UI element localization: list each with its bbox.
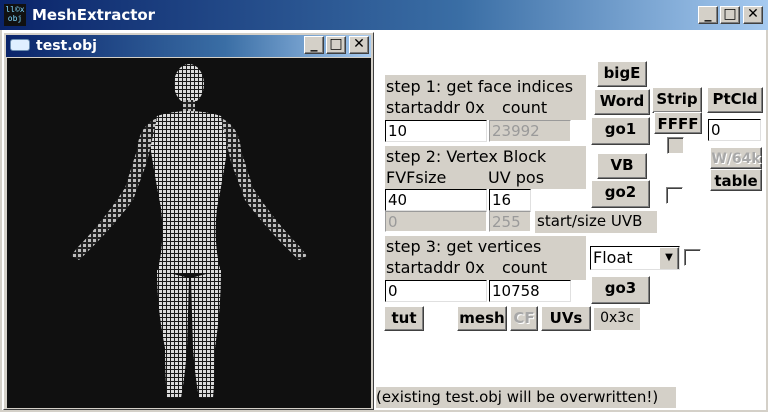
ffff-button[interactable]: FFFF bbox=[654, 112, 702, 134]
chevron-down-icon[interactable]: ▼ bbox=[659, 247, 679, 269]
app-icon: ll©x obj bbox=[4, 4, 26, 26]
step1-count-input: 23992 bbox=[489, 120, 571, 142]
viewer-minimize-button[interactable]: _ bbox=[304, 36, 324, 54]
step3-labels-row: startaddr 0x count bbox=[385, 258, 586, 280]
status-message: (existing test.obj will be overwritten!) bbox=[376, 387, 676, 408]
step3-count-label: count bbox=[502, 258, 548, 277]
start-size-uvb-label: start/size UVB bbox=[535, 211, 657, 233]
viewer-window-icon bbox=[10, 39, 30, 51]
uv-pos-input[interactable]: 16 bbox=[489, 189, 531, 211]
app-title: MeshExtractor bbox=[32, 6, 156, 24]
step2-fvf-label: FVFsize bbox=[386, 168, 447, 187]
step3-startaddr-label: startaddr 0x bbox=[386, 258, 485, 277]
go2-checkbox[interactable] bbox=[666, 187, 683, 204]
step3-label: step 3: get vertices bbox=[385, 236, 586, 260]
close-button[interactable]: ✕ bbox=[743, 6, 763, 24]
vertex-format-select[interactable]: Float ▼ bbox=[590, 246, 680, 270]
uvb-start-input: 0 bbox=[385, 211, 487, 232]
step1-labels-row: startaddr 0x count bbox=[385, 98, 586, 120]
step3-startaddr-input[interactable]: 0 bbox=[385, 280, 487, 302]
word-button[interactable]: Word bbox=[594, 89, 650, 115]
tut-button[interactable]: tut bbox=[384, 306, 424, 331]
viewer-title: test.obj bbox=[36, 38, 97, 54]
ffff-checkbox bbox=[667, 137, 684, 154]
vertex-format-value: Float bbox=[593, 248, 633, 267]
ptcld-value-input[interactable]: 0 bbox=[708, 119, 761, 141]
uvb-size-input: 255 bbox=[489, 211, 531, 232]
maximize-button[interactable]: □ bbox=[720, 6, 740, 24]
ptcld-button[interactable]: PtCld bbox=[707, 87, 763, 113]
strip-button[interactable]: Strip bbox=[652, 87, 702, 113]
w64k-button: W/64k bbox=[710, 147, 762, 169]
vb-button[interactable]: VB bbox=[597, 153, 647, 179]
step2-uvpos-label: UV pos bbox=[488, 168, 545, 187]
fvf-size-input[interactable]: 40 bbox=[385, 189, 487, 211]
uvs-button[interactable]: UVs bbox=[541, 306, 591, 331]
table-button[interactable]: table bbox=[710, 169, 762, 191]
mesh-viewport[interactable] bbox=[7, 58, 371, 408]
hex-readout: 0x3c bbox=[594, 308, 640, 330]
viewer-maximize-button[interactable]: □ bbox=[326, 36, 346, 54]
cf-button: CF bbox=[510, 306, 538, 331]
vertex-format-checkbox[interactable] bbox=[684, 249, 701, 266]
step1-count-label: count bbox=[502, 98, 548, 117]
step1-startaddr-label: startaddr 0x bbox=[386, 98, 485, 117]
go3-button[interactable]: go3 bbox=[591, 276, 650, 304]
viewer-close-button[interactable]: ✕ bbox=[349, 36, 369, 54]
go2-button[interactable]: go2 bbox=[591, 180, 650, 208]
step3-count-input[interactable]: 10758 bbox=[489, 280, 571, 302]
minimize-button[interactable]: _ bbox=[698, 6, 718, 24]
mesh-preview-figure bbox=[71, 64, 307, 398]
bige-button[interactable]: bigE bbox=[597, 61, 647, 87]
go1-button[interactable]: go1 bbox=[591, 117, 650, 145]
step1-startaddr-input[interactable]: 10 bbox=[385, 120, 487, 142]
mesh-button[interactable]: mesh bbox=[457, 306, 507, 331]
mesh-human-figure bbox=[71, 64, 307, 398]
step2-labels-row: FVFsize UV pos bbox=[385, 167, 586, 189]
